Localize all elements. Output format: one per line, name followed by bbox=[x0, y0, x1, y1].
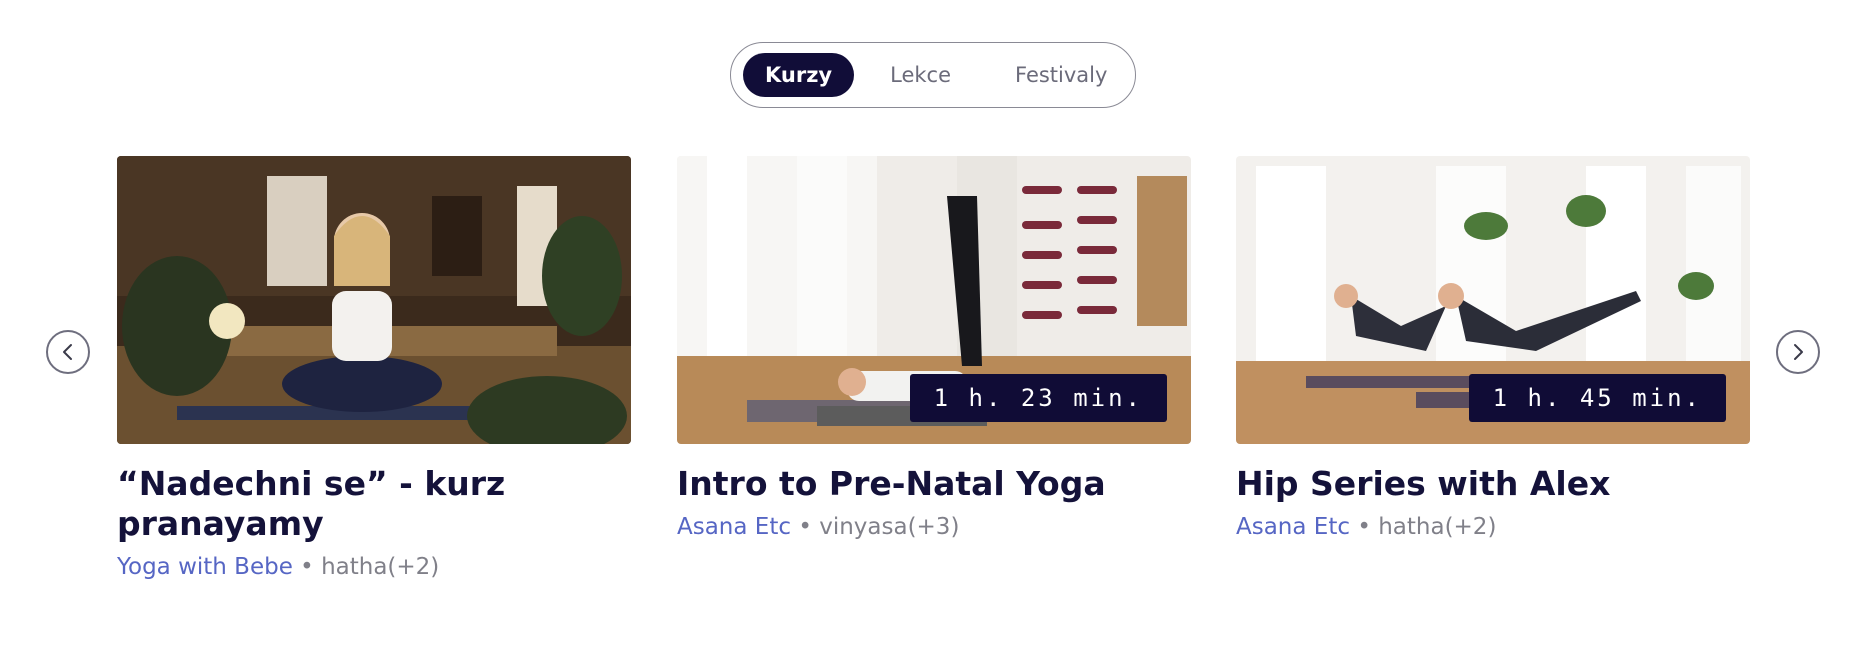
course-card[interactable]: “Nadechni se” - kurz pranayamy Yoga with… bbox=[117, 156, 631, 580]
course-title[interactable]: Hip Series with Alex bbox=[1236, 464, 1750, 504]
course-title[interactable]: Intro to Pre-Natal Yoga bbox=[677, 464, 1191, 504]
course-thumbnail[interactable]: 1 h. 45 min. bbox=[1236, 156, 1750, 444]
course-thumbnail[interactable] bbox=[117, 156, 631, 444]
tab-lekce[interactable]: Lekce bbox=[868, 53, 973, 97]
chevron-right-icon bbox=[1794, 344, 1803, 360]
carousel-prev-button[interactable] bbox=[46, 330, 90, 374]
course-image-pranayama bbox=[117, 156, 631, 444]
carousel-next-button[interactable] bbox=[1776, 330, 1820, 374]
meta-separator: • bbox=[1357, 514, 1371, 540]
course-thumbnail[interactable]: 1 h. 23 min. bbox=[677, 156, 1191, 444]
course-meta: Asana Etc • hatha(+2) bbox=[1236, 514, 1750, 540]
course-author[interactable]: Yoga with Bebe bbox=[117, 554, 293, 580]
course-tags: vinyasa(+3) bbox=[819, 514, 960, 540]
course-tags: hatha(+2) bbox=[1378, 514, 1497, 540]
meta-separator: • bbox=[798, 514, 812, 540]
course-author[interactable]: Asana Etc bbox=[677, 514, 791, 540]
course-tags: hatha(+2) bbox=[321, 554, 440, 580]
chevron-left-icon bbox=[63, 344, 72, 360]
course-card[interactable]: 1 h. 23 min. Intro to Pre-Natal Yoga Asa… bbox=[677, 156, 1191, 540]
course-title[interactable]: “Nadechni se” - kurz pranayamy bbox=[117, 464, 631, 544]
duration-badge: 1 h. 23 min. bbox=[909, 374, 1167, 422]
course-meta: Yoga with Bebe • hatha(+2) bbox=[117, 554, 631, 580]
tab-kurzy[interactable]: Kurzy bbox=[743, 53, 855, 97]
duration-badge: 1 h. 45 min. bbox=[1468, 374, 1726, 422]
meta-separator: • bbox=[300, 554, 314, 580]
course-meta: Asana Etc • vinyasa(+3) bbox=[677, 514, 1191, 540]
course-author[interactable]: Asana Etc bbox=[1236, 514, 1350, 540]
tab-festivaly[interactable]: Festivaly bbox=[993, 53, 1129, 97]
course-card[interactable]: 1 h. 45 min. Hip Series with Alex Asana … bbox=[1236, 156, 1750, 540]
category-tabs: Kurzy Lekce Festivaly bbox=[730, 42, 1136, 108]
